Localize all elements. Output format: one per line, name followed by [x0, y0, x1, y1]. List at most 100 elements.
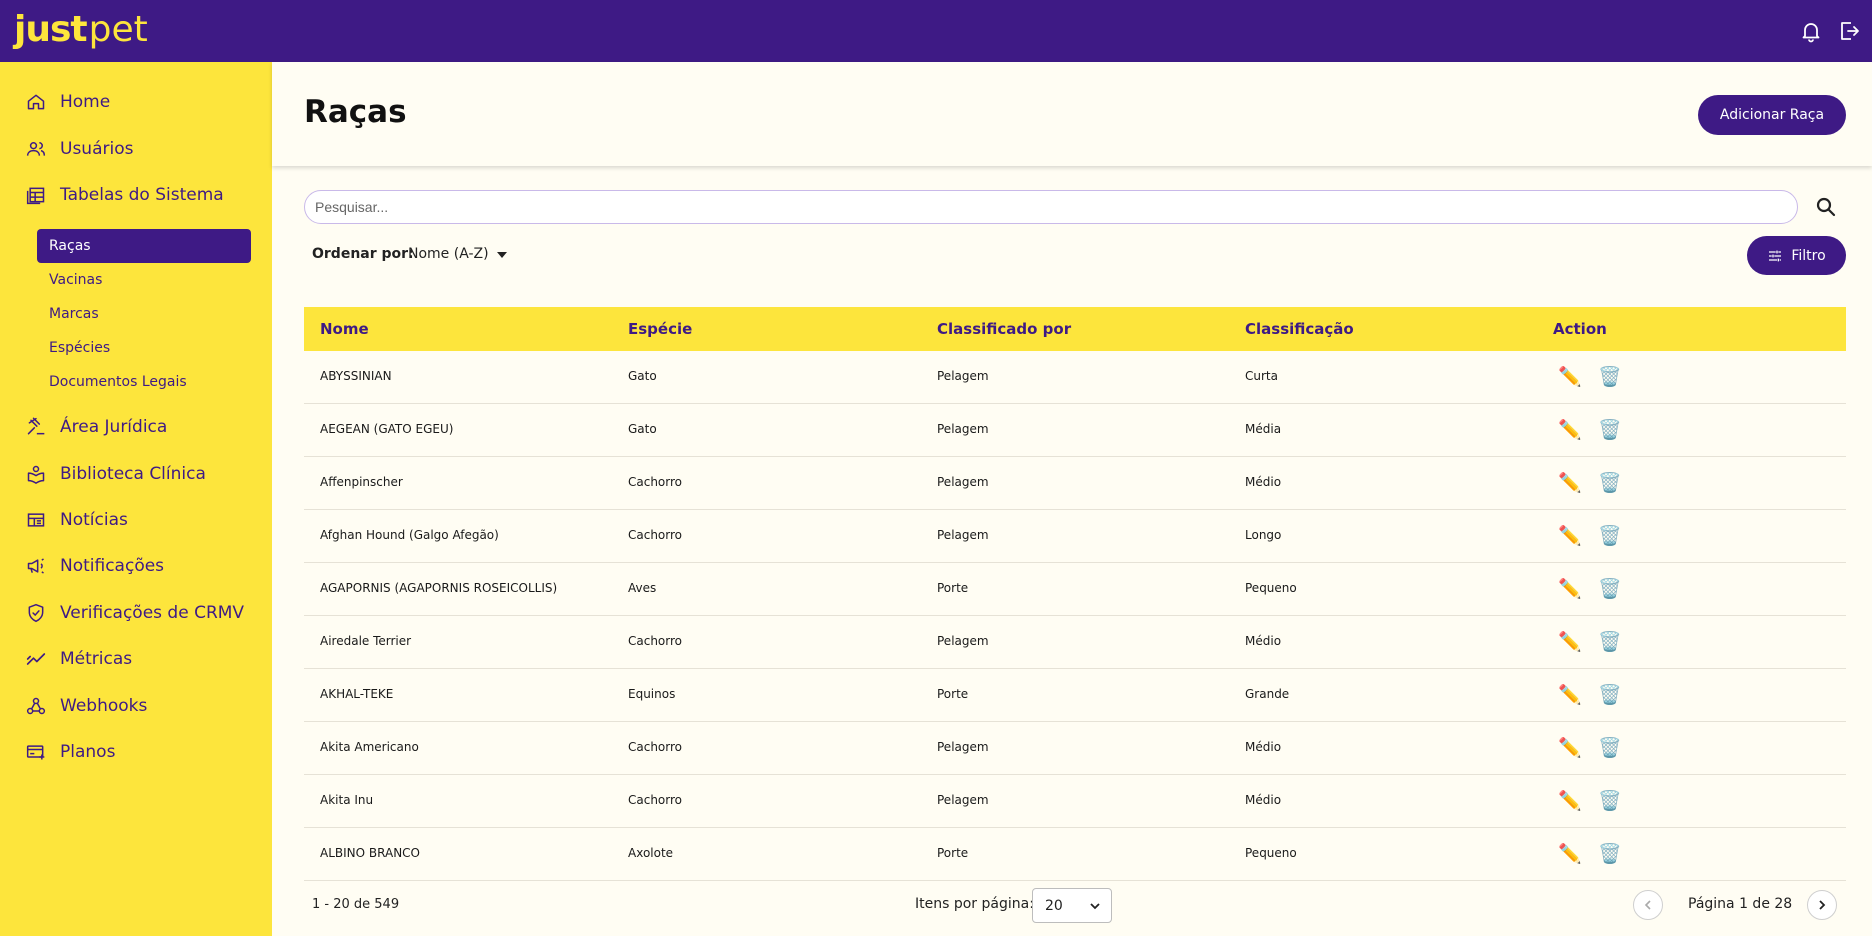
- edit-icon[interactable]: ✏️: [1558, 471, 1582, 495]
- page-title: Raças: [304, 94, 407, 130]
- edit-icon[interactable]: ✏️: [1558, 524, 1582, 548]
- add-breed-button[interactable]: Adicionar Raça: [1698, 95, 1846, 135]
- cell-especie: Equinos: [628, 687, 676, 701]
- page-header: [272, 62, 1872, 166]
- plans-icon: [26, 745, 45, 760]
- logo-text-just: just: [14, 9, 88, 50]
- cell-especie: Gato: [628, 422, 657, 436]
- cell-classificacao: Pequeno: [1245, 846, 1297, 860]
- cell-especie: Gato: [628, 369, 657, 383]
- trash-icon[interactable]: 🗑️: [1598, 842, 1622, 866]
- column-header-classificado-por[interactable]: Classificado por: [937, 320, 1071, 338]
- trash-icon[interactable]: 🗑️: [1598, 577, 1622, 601]
- sidebar-item-planos[interactable]: Planos: [0, 732, 272, 772]
- edit-icon[interactable]: ✏️: [1558, 577, 1582, 601]
- cell-classificacao: Grande: [1245, 687, 1290, 701]
- metrics-icon: [26, 653, 46, 665]
- cell-classificado-por: Pelagem: [937, 793, 989, 807]
- filter-button[interactable]: Filtro: [1747, 236, 1846, 275]
- trash-icon[interactable]: 🗑️: [1598, 365, 1622, 389]
- table-row: AGAPORNIS (AGAPORNIS ROSEICOLLIS) Aves Por…: [304, 563, 1846, 616]
- cell-especie: Cachorro: [628, 793, 683, 807]
- trash-icon[interactable]: 🗑️: [1598, 524, 1622, 548]
- sidebar-subitem-vacinas[interactable]: Vacinas: [37, 263, 251, 297]
- next-page-button[interactable]: [1807, 890, 1837, 920]
- cell-especie: Cachorro: [628, 740, 683, 754]
- trash-icon[interactable]: 🗑️: [1598, 630, 1622, 654]
- trash-icon[interactable]: 🗑️: [1598, 736, 1622, 760]
- edit-icon[interactable]: ✏️: [1558, 842, 1582, 866]
- cell-nome: Affenpinscher: [320, 475, 403, 489]
- cell-classificacao: Pequeno: [1245, 581, 1297, 595]
- sliders-icon: [1769, 250, 1782, 261]
- page-indicator: Página 1 de 28: [1688, 896, 1793, 912]
- sidebar-subitem-racas[interactable]: Raças: [37, 229, 251, 263]
- cell-classificado-por: Porte: [937, 687, 969, 701]
- chevron-right-icon: [1819, 900, 1826, 910]
- edit-icon[interactable]: ✏️: [1558, 789, 1582, 813]
- cell-nome: AKHAL-TEKE: [320, 687, 394, 701]
- sidebar-item-label: Usuários: [60, 139, 134, 159]
- previous-page-button[interactable]: [1633, 890, 1663, 920]
- table-row: AKHAL-TEKE Equinos Porte Grande ✏️ 🗑️: [304, 669, 1846, 722]
- sidebar-item-label: Notícias: [60, 510, 128, 530]
- webhook-icon: [26, 697, 46, 715]
- sidebar-item-label: Métricas: [60, 649, 133, 669]
- table-row: Akita Inu Cachorro Pelagem Médio ✏️ 🗑️: [304, 775, 1846, 828]
- trash-icon[interactable]: 🗑️: [1598, 418, 1622, 442]
- table-row: Affenpinscher Cachorro Pelagem Médio ✏️ 🗑️: [304, 457, 1846, 510]
- justpet-logo[interactable]: just pet: [14, 8, 148, 52]
- sidebar-subitem-documentos-legais[interactable]: Documentos Legais: [37, 365, 251, 399]
- table-row: Akita Americano Cachorro Pelagem Médio ✏️ 🗑️: [304, 722, 1846, 775]
- chevron-left-icon: [1644, 900, 1651, 910]
- sidebar-item-users[interactable]: Usuários: [0, 129, 272, 169]
- sidebar-item-label: Verificações de CRMV: [60, 603, 245, 623]
- sidebar-item-notificacoes[interactable]: Notificações: [0, 546, 272, 586]
- cell-classificacao: Média: [1245, 422, 1282, 436]
- sidebar-item-biblioteca-clinica[interactable]: Biblioteca Clínica: [0, 454, 272, 494]
- sidebar-item-label: Planos: [60, 742, 116, 762]
- column-header-nome[interactable]: Nome: [320, 320, 369, 338]
- sort-select[interactable]: Nome (A-Z): [408, 246, 489, 262]
- sidebar-subitem-marcas[interactable]: Marcas: [37, 297, 251, 331]
- filter-button-label: Filtro: [1791, 247, 1826, 264]
- sidebar-item-system-tables[interactable]: Tabelas do Sistema: [0, 175, 272, 215]
- column-header-especie[interactable]: Espécie: [628, 320, 692, 338]
- cell-classificado-por: Porte: [937, 581, 969, 595]
- table-row: Afghan Hound (Galgo Afegão) Cachorro Pelag…: [304, 510, 1846, 563]
- sidebar-item-area-juridica[interactable]: Área Jurídica: [0, 407, 272, 447]
- logout-icon[interactable]: [1837, 19, 1861, 43]
- trash-icon[interactable]: 🗑️: [1598, 683, 1622, 707]
- column-header-classificacao[interactable]: Classificação: [1245, 320, 1354, 338]
- items-per-page-label: Itens por página:: [915, 896, 1034, 912]
- bell-icon[interactable]: [1799, 19, 1823, 43]
- edit-icon[interactable]: ✏️: [1558, 630, 1582, 654]
- search-icon[interactable]: [1814, 195, 1838, 219]
- sidebar-item-label: Home: [60, 92, 111, 112]
- sidebar-item-home[interactable]: Home: [0, 82, 272, 122]
- sidebar-item-label: Área Jurídica: [60, 417, 168, 437]
- trash-icon[interactable]: 🗑️: [1598, 789, 1622, 813]
- edit-icon[interactable]: ✏️: [1558, 418, 1582, 442]
- edit-icon[interactable]: ✏️: [1558, 736, 1582, 760]
- cell-classificado-por: Pelagem: [937, 528, 989, 542]
- cell-classificacao: Médio: [1245, 634, 1282, 648]
- search-input[interactable]: [304, 190, 1798, 224]
- sort-label: Ordenar por:: [312, 246, 414, 262]
- table-row: ALBINO BRANCO Axolote Porte Pequeno ✏️ 🗑️: [304, 828, 1846, 881]
- sidebar-item-webhooks[interactable]: Webhooks: [0, 686, 272, 726]
- items-per-page-select[interactable]: 20: [1032, 888, 1112, 923]
- results-range: 1 - 20 de 549: [312, 897, 400, 912]
- edit-icon[interactable]: ✏️: [1558, 683, 1582, 707]
- trash-icon[interactable]: 🗑️: [1598, 471, 1622, 495]
- sidebar-item-noticias[interactable]: Notícias: [0, 500, 272, 540]
- caret-down-icon[interactable]: [496, 250, 508, 260]
- edit-icon[interactable]: ✏️: [1558, 365, 1582, 389]
- sidebar-item-verificacoes-crmv[interactable]: Verificações de CRMV: [0, 593, 272, 633]
- sidebar-item-metricas[interactable]: Métricas: [0, 639, 272, 679]
- cell-nome: Airedale Terrier: [320, 634, 412, 648]
- table-row: ABYSSINIAN Gato Pelagem Curta ✏️ 🗑️: [304, 351, 1846, 404]
- cell-classificacao: Curta: [1245, 369, 1278, 383]
- sidebar-subitem-especies[interactable]: Espécies: [37, 331, 251, 365]
- cell-especie: Axolote: [628, 846, 674, 860]
